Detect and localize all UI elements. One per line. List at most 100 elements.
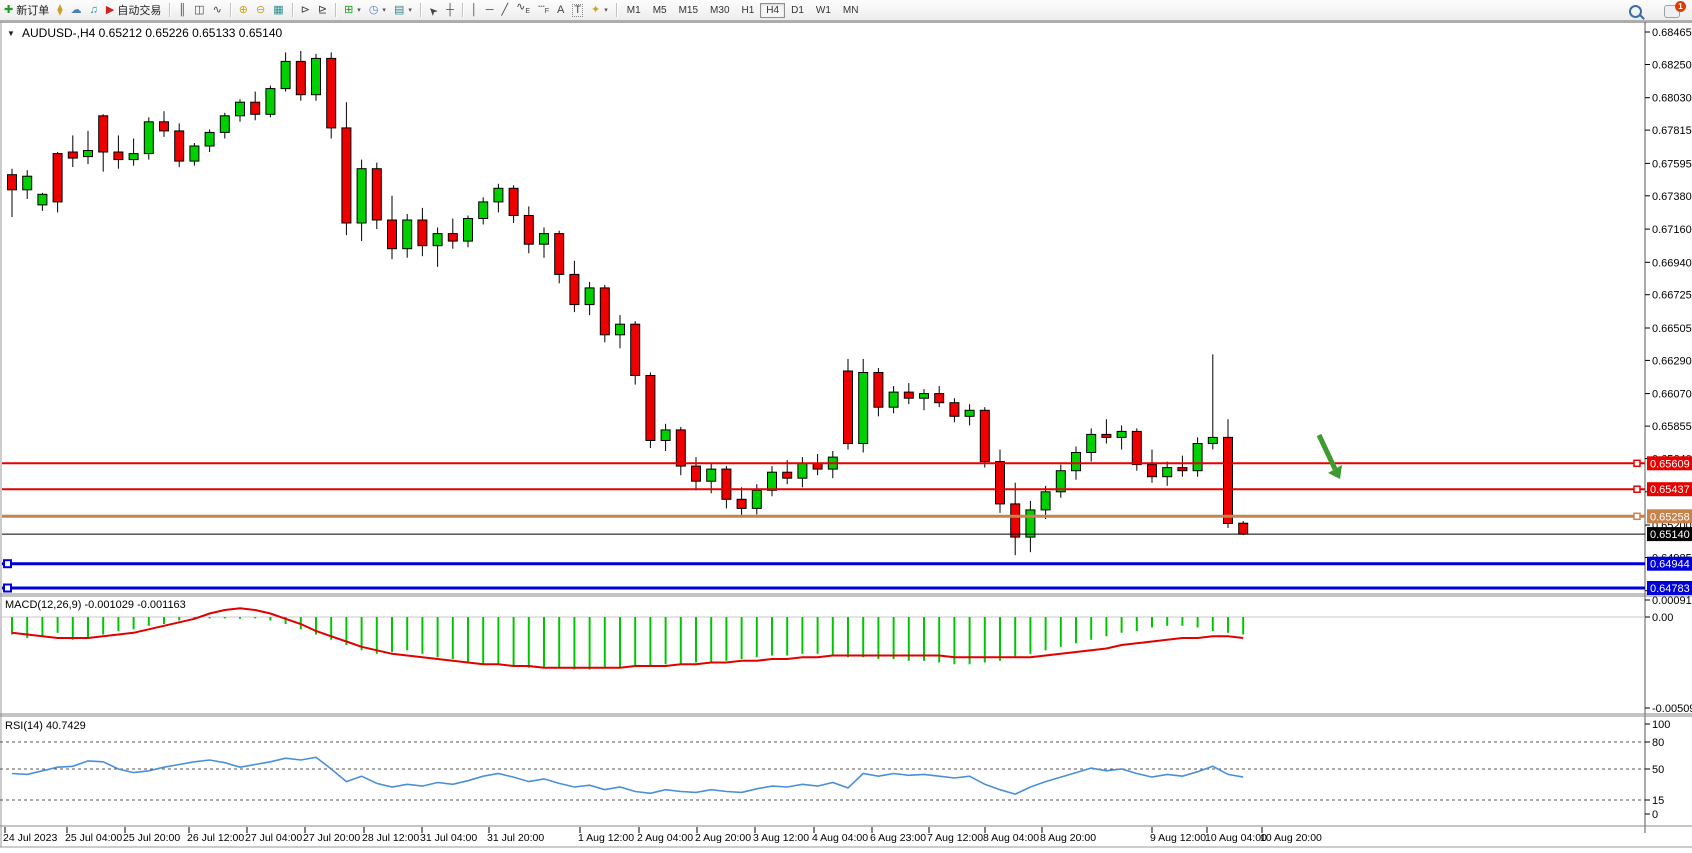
- candle-bull[interactable]: [616, 324, 625, 335]
- candle-bear[interactable]: [251, 102, 260, 114]
- autotrading-button[interactable]: ▶ 自动交易: [102, 1, 165, 19]
- candle-bear[interactable]: [418, 220, 427, 246]
- candle-bull[interactable]: [661, 430, 670, 441]
- candle-bull[interactable]: [403, 220, 412, 249]
- fibonacci-button[interactable]: ┄F: [534, 1, 553, 19]
- timeframe-button-D1[interactable]: D1: [785, 3, 810, 18]
- candle-bear[interactable]: [1224, 437, 1233, 523]
- text-button[interactable]: A: [553, 1, 568, 19]
- line-handle[interactable]: [1634, 513, 1640, 519]
- auto-scroll-button[interactable]: ⊳: [297, 1, 314, 19]
- candle-bull[interactable]: [889, 392, 898, 407]
- candle-bull[interactable]: [1072, 453, 1081, 471]
- candle-bull[interactable]: [920, 394, 929, 399]
- candle-bull[interactable]: [1117, 431, 1126, 437]
- candle-bear[interactable]: [874, 373, 883, 408]
- candle-bull[interactable]: [220, 116, 229, 133]
- timeframe-button-W1[interactable]: W1: [810, 3, 837, 18]
- candle-bear[interactable]: [996, 462, 1005, 504]
- candle-bull[interactable]: [1026, 510, 1035, 537]
- timeframe-button-H4[interactable]: H4: [760, 3, 785, 18]
- candle-bear[interactable]: [631, 324, 640, 375]
- candle-bear[interactable]: [68, 152, 77, 158]
- candle-bull[interactable]: [479, 202, 488, 219]
- candle-bear[interactable]: [1148, 465, 1157, 477]
- chart-shift-button[interactable]: ⊵: [314, 1, 331, 19]
- indicators-button[interactable]: ⊞ ▾: [340, 1, 365, 19]
- candle-bear[interactable]: [388, 220, 397, 249]
- periods-button[interactable]: ◷ ▾: [365, 1, 390, 19]
- candle-bear[interactable]: [570, 274, 579, 304]
- candle-bear[interactable]: [950, 403, 959, 417]
- candle-bear[interactable]: [783, 472, 792, 478]
- new-order-button[interactable]: ✚ 新订单: [0, 1, 53, 19]
- candle-bull[interactable]: [281, 61, 290, 88]
- candle-bull[interactable]: [1208, 437, 1217, 443]
- timeframe-button-M15[interactable]: M15: [673, 3, 704, 18]
- candle-bear[interactable]: [646, 376, 655, 441]
- arrows-button[interactable]: ✦ ▾: [587, 1, 612, 19]
- annotation-arrow[interactable]: [1319, 435, 1342, 479]
- sound-button[interactable]: ♫: [86, 1, 102, 19]
- cursor-button[interactable]: ➤: [425, 1, 442, 19]
- candle-chart-button[interactable]: ◫: [190, 1, 208, 19]
- zoom-in-button[interactable]: ⊕: [235, 1, 252, 19]
- timeframe-button-MN[interactable]: MN: [837, 3, 865, 18]
- candle-bear[interactable]: [175, 131, 184, 161]
- candle-bull[interactable]: [585, 288, 594, 305]
- publish-button[interactable]: ☁: [67, 1, 86, 19]
- candle-bull[interactable]: [1041, 492, 1050, 510]
- candle-bear[interactable]: [1132, 431, 1141, 464]
- line-handle[interactable]: [4, 560, 11, 567]
- candle-bull[interactable]: [38, 194, 47, 205]
- candle-bear[interactable]: [692, 466, 701, 481]
- vertical-line-button[interactable]: │: [467, 1, 482, 19]
- candle-bull[interactable]: [84, 151, 93, 157]
- styler-button[interactable]: ⧫: [53, 1, 66, 19]
- candle-bull[interactable]: [540, 234, 549, 245]
- chart-canvas[interactable]: 0.684650.682500.680300.678150.675950.673…: [0, 21, 1692, 848]
- candle-bear[interactable]: [372, 169, 381, 220]
- candle-bear[interactable]: [1178, 468, 1187, 471]
- candle-bull[interactable]: [357, 169, 366, 223]
- candle-bear[interactable]: [555, 234, 564, 275]
- candle-bear[interactable]: [980, 410, 989, 461]
- text-label-button[interactable]: T: [568, 1, 587, 19]
- time-axis[interactable]: 24 Jul 202325 Jul 04:0025 Jul 20:0026 Ju…: [3, 827, 1322, 844]
- line-chart-button[interactable]: ∿: [209, 1, 226, 19]
- line-handle[interactable]: [4, 585, 11, 592]
- candle-bear[interactable]: [99, 116, 108, 152]
- candle-bear[interactable]: [676, 430, 685, 466]
- zoom-out-button[interactable]: ⊖: [252, 1, 269, 19]
- symbol-dropdown-icon[interactable]: ▼: [7, 29, 15, 38]
- candle-bull[interactable]: [266, 89, 275, 115]
- candle-bull[interactable]: [752, 490, 761, 508]
- timeframe-button-M1[interactable]: M1: [621, 3, 647, 18]
- candle-bear[interactable]: [935, 394, 944, 403]
- candle-bear[interactable]: [8, 175, 17, 190]
- timeframe-button-M30[interactable]: M30: [704, 3, 735, 18]
- candle-bear[interactable]: [1011, 504, 1020, 537]
- candle-bear[interactable]: [114, 152, 123, 160]
- candle-bull[interactable]: [494, 188, 503, 202]
- candle-bull[interactable]: [190, 146, 199, 161]
- notifications-button[interactable]: 1: [1660, 2, 1684, 20]
- candle-bull[interactable]: [129, 154, 138, 160]
- candle-bear[interactable]: [342, 128, 351, 223]
- horizontal-line-button[interactable]: ─: [482, 1, 498, 19]
- candle-bear[interactable]: [722, 469, 731, 499]
- candle-bull[interactable]: [859, 373, 868, 444]
- candle-bear[interactable]: [524, 216, 533, 245]
- candle-bear[interactable]: [53, 154, 62, 202]
- candle-bull[interactable]: [965, 410, 974, 416]
- candle-bull[interactable]: [23, 176, 32, 190]
- candle-bull[interactable]: [798, 463, 807, 478]
- tile-windows-button[interactable]: ▦: [269, 1, 287, 19]
- candle-bear[interactable]: [448, 234, 457, 242]
- candle-bull[interactable]: [707, 469, 716, 481]
- candle-bear[interactable]: [600, 288, 609, 335]
- candle-bear[interactable]: [1102, 434, 1111, 437]
- candle-bull[interactable]: [464, 219, 473, 242]
- candle-bear[interactable]: [509, 188, 518, 215]
- candle-bull[interactable]: [1087, 434, 1096, 452]
